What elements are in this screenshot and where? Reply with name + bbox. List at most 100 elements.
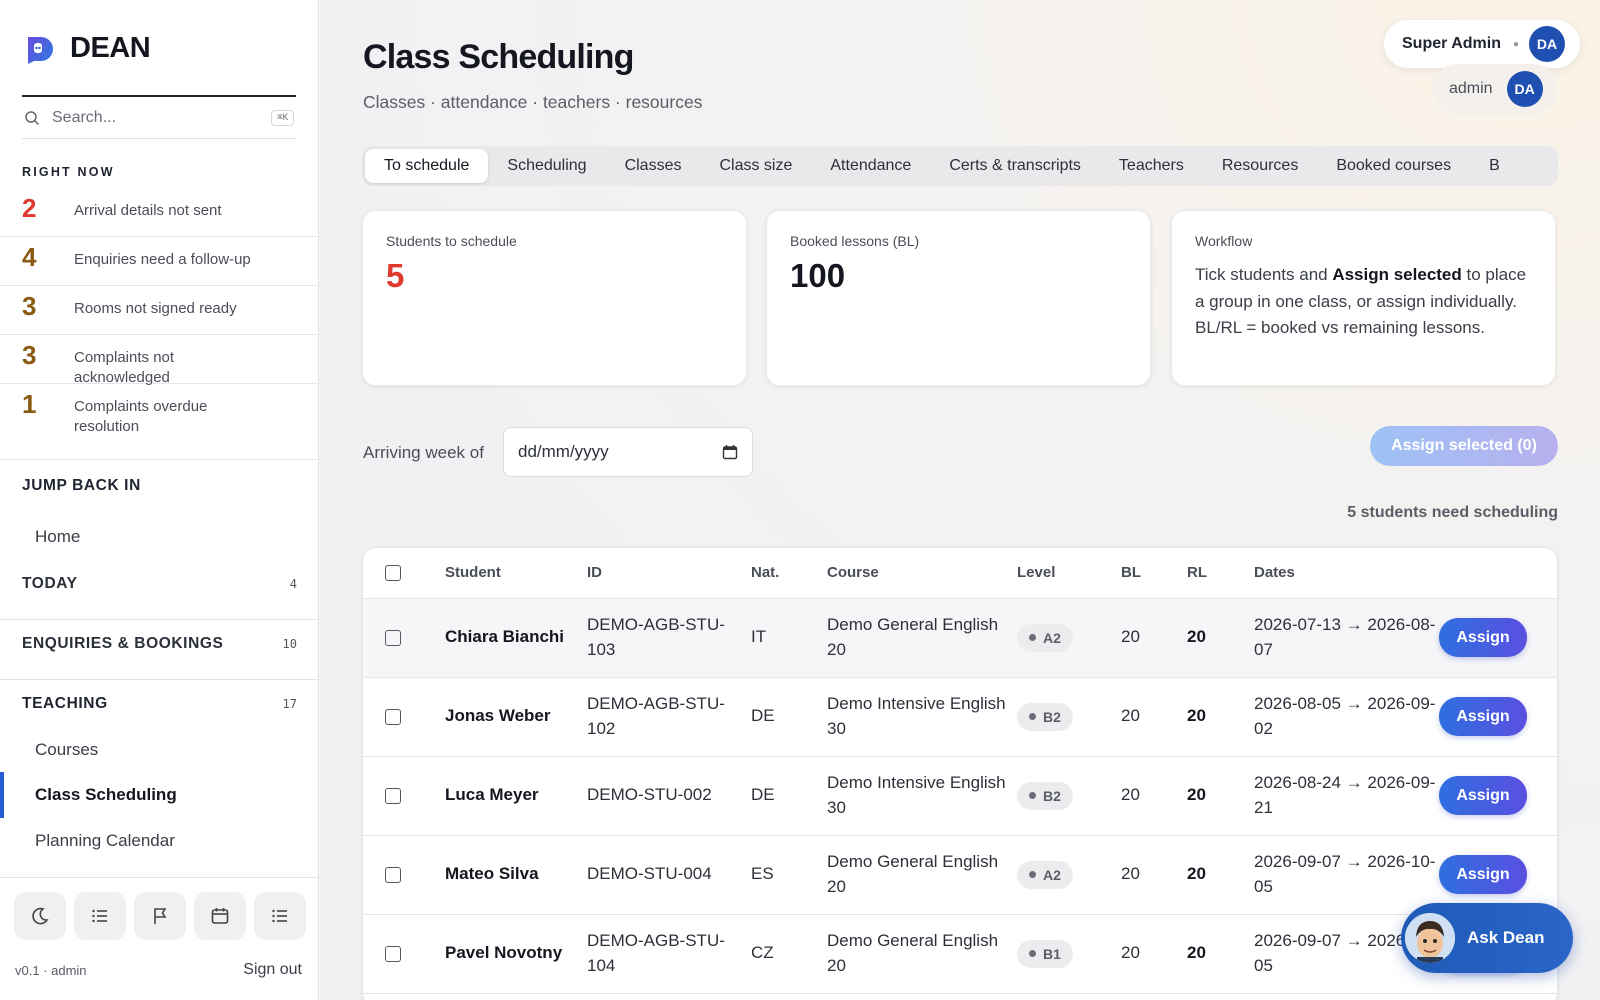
nav-teaching-label: TEACHING [22,695,108,712]
row-checkbox[interactable] [385,866,401,883]
assign-selected-button[interactable]: Assign selected (0) [1370,426,1558,466]
tab-class-size[interactable]: Class size [700,149,811,183]
tasks-button[interactable] [74,892,126,940]
column-header[interactable]: RL [1187,548,1254,599]
assign-button[interactable]: Assign [1439,618,1527,657]
tab-overflow[interactable]: B [1470,149,1519,183]
row-checkbox[interactable] [385,708,401,725]
list-view-button[interactable] [254,892,306,940]
column-header[interactable]: Level [1017,548,1121,599]
nav-courses[interactable]: Courses [35,740,98,760]
level-cell: A2 [1017,598,1121,678]
nav-class-scheduling[interactable]: Class Scheduling [35,785,177,805]
row-select-cell [363,598,445,678]
table-row[interactable]: Luca Meyer DEMO-STU-002 DE Demo Intensiv… [363,756,1557,836]
date-range: 2026-07-13 → 2026-08-07 [1254,598,1439,678]
jump-back-section: JUMP BACK IN [0,477,319,495]
student-name: Jonas Weber [445,677,587,757]
nav-planning-calendar[interactable]: Planning Calendar [35,831,175,851]
column-header[interactable]: BL [1121,548,1187,599]
user-menu[interactable]: Super Admin ● DA [1384,20,1580,68]
level-badge: A2 [1017,860,1073,889]
column-header[interactable]: Course [827,548,1017,599]
role-switcher[interactable]: admin DA [1432,64,1558,114]
ask-dean-button[interactable]: Ask Dean [1401,903,1573,973]
nav-enquiries[interactable]: ENQUIRIES & BOOKINGS 10 [0,635,319,653]
tab-certs-transcripts[interactable]: Certs & transcripts [930,149,1100,183]
row-checkbox[interactable] [385,629,401,646]
nav-today-count: 4 [289,577,297,591]
theme-toggle-button[interactable] [14,892,66,940]
table-row[interactable]: Jonas Weber DEMO-AGB-STU-102 DE Demo Int… [363,677,1557,757]
right-now-item[interactable]: 4 Enquiries need a follow-up [0,237,319,286]
tab-scheduling[interactable]: Scheduling [488,149,605,183]
student-name: Mateo Silva [445,835,587,915]
table-row[interactable]: Pavel Novotny DEMO-AGB-STU-104 CZ Demo G… [363,914,1557,994]
column-header[interactable]: Student [445,548,587,599]
logo-icon [28,36,53,64]
moon-icon [32,907,49,925]
level-cell: B2 [1017,677,1121,757]
card-value: 100 [790,257,846,294]
tab-classes[interactable]: Classes [606,149,701,183]
alert-text: Rooms not signed ready [74,300,237,317]
right-now-list: 2 Arrival details not sent 4 Enquiries n… [0,188,319,460]
tab-to-schedule[interactable]: To schedule [365,149,489,183]
row-checkbox[interactable] [385,787,401,804]
table-row[interactable]: Mateo Silva DEMO-STU-004 ES Demo General… [363,835,1557,915]
action-cell: Assign [1439,756,1557,836]
main-content: Class Scheduling Classes · attendance · … [320,0,1600,1000]
alert-text: Complaints not acknowledged [74,349,175,386]
calendar-button[interactable] [194,892,246,940]
action-cell: Assign [1439,677,1557,757]
workflow-text-emphasis: Assign selected [1332,265,1462,284]
assistant-avatar [1405,913,1455,963]
quick-tools [14,892,306,940]
search-bar[interactable]: ⌘K [22,95,296,139]
alert-text: Arrival details not sent [74,202,222,219]
right-now-item[interactable]: 1 Complaints overdue resolution [0,384,319,460]
tab-booked-courses[interactable]: Booked courses [1317,149,1470,183]
table-row[interactable]: Chiara Bianchi DEMO-AGB-STU-103 IT Demo … [363,598,1557,678]
select-all-checkbox[interactable] [385,565,401,582]
date-range: 2026-08-24 → 2026-09-21 [1254,756,1439,836]
flags-button[interactable] [134,892,186,940]
right-now-item[interactable]: 2 Arrival details not sent [0,188,319,237]
alert-count: 3 [22,340,37,370]
nav-teaching[interactable]: TEACHING 17 [0,695,319,713]
right-now-item[interactable]: 3 Rooms not signed ready [0,286,319,335]
alert-count: 1 [22,389,37,419]
column-header[interactable]: ID [587,548,751,599]
tab-resources[interactable]: Resources [1203,149,1317,183]
row-checkbox[interactable] [385,945,401,962]
search-input[interactable] [52,108,272,127]
remaining-lessons: 20 [1187,756,1254,836]
card-value: 5 [386,257,405,294]
student-id: DEMO-AGB-STU-103 [587,598,751,678]
student-id: DEMO-AGB-STU-102 [587,677,751,757]
sign-out-link[interactable]: Sign out [243,961,302,979]
level-badge: A2 [1017,623,1073,652]
assign-button[interactable]: Assign [1439,776,1527,815]
arriving-week-date-input[interactable]: dd/mm/yyyy [503,427,753,477]
students-table: Student ID Nat. Course Level BL RL Dates… [362,547,1558,1000]
assign-button[interactable]: Assign [1439,697,1527,736]
alert-count: 3 [22,291,37,321]
right-now-item[interactable]: 3 Complaints not acknowledged [0,335,319,386]
card-label: Students to schedule [386,233,517,249]
student-name: Luca Meyer [445,756,587,836]
divider [0,877,319,878]
calendar-input-icon[interactable] [722,444,738,460]
column-header[interactable]: Nat. [751,548,827,599]
app-logo[interactable]: DEAN [24,32,151,65]
nationality: CZ [751,914,827,994]
tab-teachers[interactable]: Teachers [1100,149,1203,183]
nav-home[interactable]: Home [35,527,80,547]
assign-button[interactable]: Assign [1439,855,1527,894]
select-all-cell [363,548,445,599]
nav-today[interactable]: TODAY 4 [0,575,319,593]
column-header[interactable]: Dates [1254,548,1439,599]
tab-attendance[interactable]: Attendance [811,149,930,183]
date-range: 2026-08-05 → 2026-09-02 [1254,677,1439,757]
level-badge: B1 [1017,939,1073,968]
